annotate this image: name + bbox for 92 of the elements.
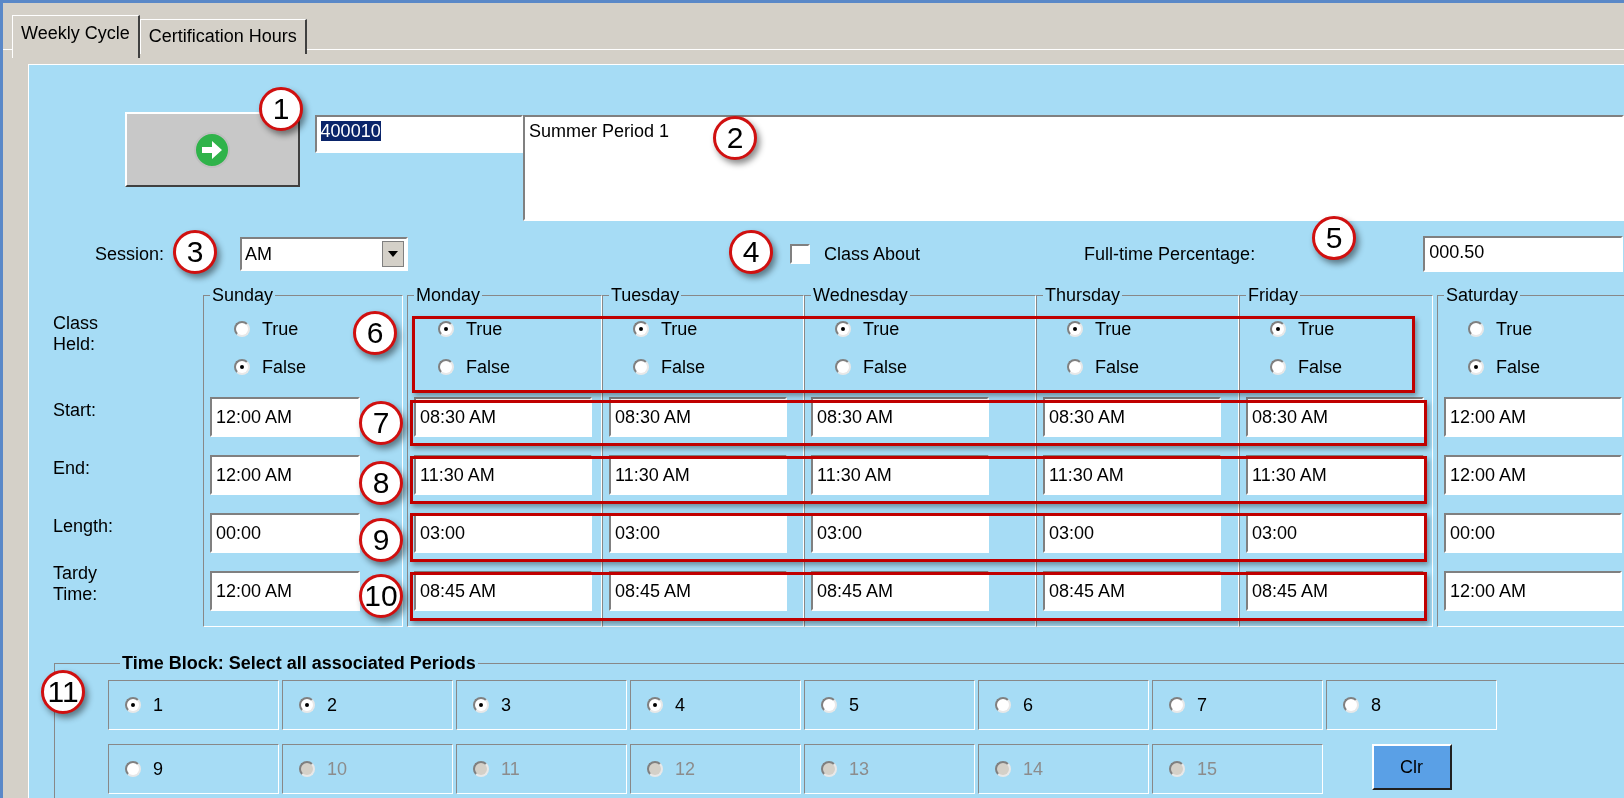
time-block-title: Time Block: Select all associated Periods bbox=[121, 653, 477, 674]
radio-button[interactable] bbox=[234, 359, 250, 375]
row-label: End: bbox=[53, 456, 92, 480]
period-option[interactable]: 1 bbox=[108, 680, 279, 730]
full-time-percentage-label: Full-time Percentage: bbox=[1084, 243, 1256, 265]
time-field[interactable]: 12:00 AM bbox=[1444, 455, 1622, 495]
time-field[interactable]: 11:30 AM bbox=[1246, 455, 1424, 495]
radio-label: True bbox=[1496, 318, 1533, 340]
time-field[interactable]: 12:00 AM bbox=[210, 571, 360, 611]
day-title: Sunday bbox=[211, 285, 275, 306]
day-title: Friday bbox=[1247, 285, 1299, 306]
session-label: Session: bbox=[93, 243, 164, 265]
row-label: Tardy Time: bbox=[53, 562, 99, 606]
time-field[interactable]: 11:30 AM bbox=[1043, 455, 1221, 495]
period-option[interactable]: 8 bbox=[1326, 680, 1497, 730]
day-title: Tuesday bbox=[610, 285, 681, 306]
period-option[interactable]: 3 bbox=[456, 680, 627, 730]
day-title: Saturday bbox=[1445, 285, 1520, 306]
radio-button[interactable] bbox=[438, 359, 454, 375]
radio-button[interactable] bbox=[234, 321, 250, 337]
radio-button[interactable] bbox=[835, 359, 851, 375]
session-dropdown[interactable]: AM bbox=[240, 237, 408, 271]
time-field[interactable]: 12:00 AM bbox=[1444, 397, 1622, 437]
radio-button[interactable] bbox=[1343, 697, 1359, 713]
time-field[interactable]: 08:45 AM bbox=[609, 571, 787, 611]
radio-button[interactable] bbox=[1067, 359, 1083, 375]
time-field[interactable]: 08:45 AM bbox=[1043, 571, 1221, 611]
time-field[interactable]: 12:00 AM bbox=[1444, 571, 1622, 611]
time-field[interactable]: 08:30 AM bbox=[1043, 397, 1221, 437]
row-label: Length: bbox=[53, 514, 115, 538]
time-field[interactable]: 12:00 AM bbox=[210, 397, 360, 437]
clear-button[interactable]: Clr bbox=[1371, 744, 1452, 790]
tab[interactable]: Certification Hours bbox=[139, 19, 307, 54]
period-option[interactable]: 4 bbox=[630, 680, 801, 730]
radio-button[interactable] bbox=[299, 697, 315, 713]
radio-label: False bbox=[1298, 356, 1342, 378]
time-field[interactable]: 08:45 AM bbox=[1246, 571, 1424, 611]
period-option[interactable]: 5 bbox=[804, 680, 975, 730]
radio-label: True bbox=[466, 318, 503, 340]
class-about-label: Class About bbox=[824, 243, 921, 265]
radio-button[interactable] bbox=[473, 697, 489, 713]
row-label: Start: bbox=[53, 398, 97, 422]
radio-label: False bbox=[262, 356, 306, 378]
time-field[interactable]: 08:45 AM bbox=[414, 571, 592, 611]
radio-label: False bbox=[661, 356, 705, 378]
tab[interactable]: Weekly Cycle bbox=[12, 15, 140, 58]
day-title: Monday bbox=[415, 285, 482, 306]
radio-label: True bbox=[863, 318, 900, 340]
day-title: Wednesday bbox=[812, 285, 909, 306]
radio-label: False bbox=[466, 356, 510, 378]
time-field[interactable]: 11:30 AM bbox=[811, 455, 989, 495]
time-field[interactable]: 00:00 bbox=[210, 513, 360, 553]
time-field[interactable]: 08:30 AM bbox=[811, 397, 989, 437]
period-option[interactable]: 6 bbox=[978, 680, 1149, 730]
radio-button[interactable] bbox=[1270, 359, 1286, 375]
radio-label: True bbox=[1298, 318, 1335, 340]
time-field[interactable]: 08:30 AM bbox=[1246, 397, 1424, 437]
radio-button[interactable] bbox=[821, 697, 837, 713]
period-option[interactable]: 7 bbox=[1152, 680, 1323, 730]
day-title: Thursday bbox=[1044, 285, 1122, 306]
time-field[interactable]: 11:30 AM bbox=[414, 455, 592, 495]
radio-button[interactable] bbox=[995, 697, 1011, 713]
time-field[interactable]: 00:00 bbox=[1444, 513, 1622, 553]
period-option[interactable]: 2 bbox=[282, 680, 453, 730]
period-option[interactable]: 9 bbox=[108, 744, 279, 794]
radio-label: False bbox=[1496, 356, 1540, 378]
time-field[interactable]: 08:45 AM bbox=[811, 571, 989, 611]
radio-button[interactable] bbox=[633, 359, 649, 375]
row-label: Class Held: bbox=[53, 313, 99, 356]
checkbox[interactable] bbox=[790, 244, 810, 264]
time-field[interactable]: 08:30 AM bbox=[609, 397, 787, 437]
radio-button[interactable] bbox=[647, 697, 663, 713]
id-field[interactable]: 400010 bbox=[314, 115, 523, 153]
radio-button[interactable] bbox=[835, 321, 851, 337]
radio-label: True bbox=[262, 318, 299, 340]
radio-button[interactable] bbox=[438, 321, 454, 337]
radio-button[interactable] bbox=[1067, 321, 1083, 337]
radio-button[interactable] bbox=[1468, 321, 1484, 337]
radio-button[interactable] bbox=[125, 697, 141, 713]
radio-button[interactable] bbox=[1169, 697, 1185, 713]
radio-label: False bbox=[863, 356, 907, 378]
time-field[interactable]: 12:00 AM bbox=[210, 455, 360, 495]
radio-label: True bbox=[661, 318, 698, 340]
radio-label: False bbox=[1095, 356, 1139, 378]
radio-button[interactable] bbox=[633, 321, 649, 337]
percentage-field[interactable]: 000.50 bbox=[1423, 236, 1624, 272]
time-field[interactable]: 08:30 AM bbox=[414, 397, 592, 437]
time-field[interactable]: 11:30 AM bbox=[609, 455, 787, 495]
radio-button[interactable] bbox=[1468, 359, 1484, 375]
radio-button[interactable] bbox=[1270, 321, 1286, 337]
radio-label: True bbox=[1095, 318, 1132, 340]
radio-button[interactable] bbox=[125, 761, 141, 777]
